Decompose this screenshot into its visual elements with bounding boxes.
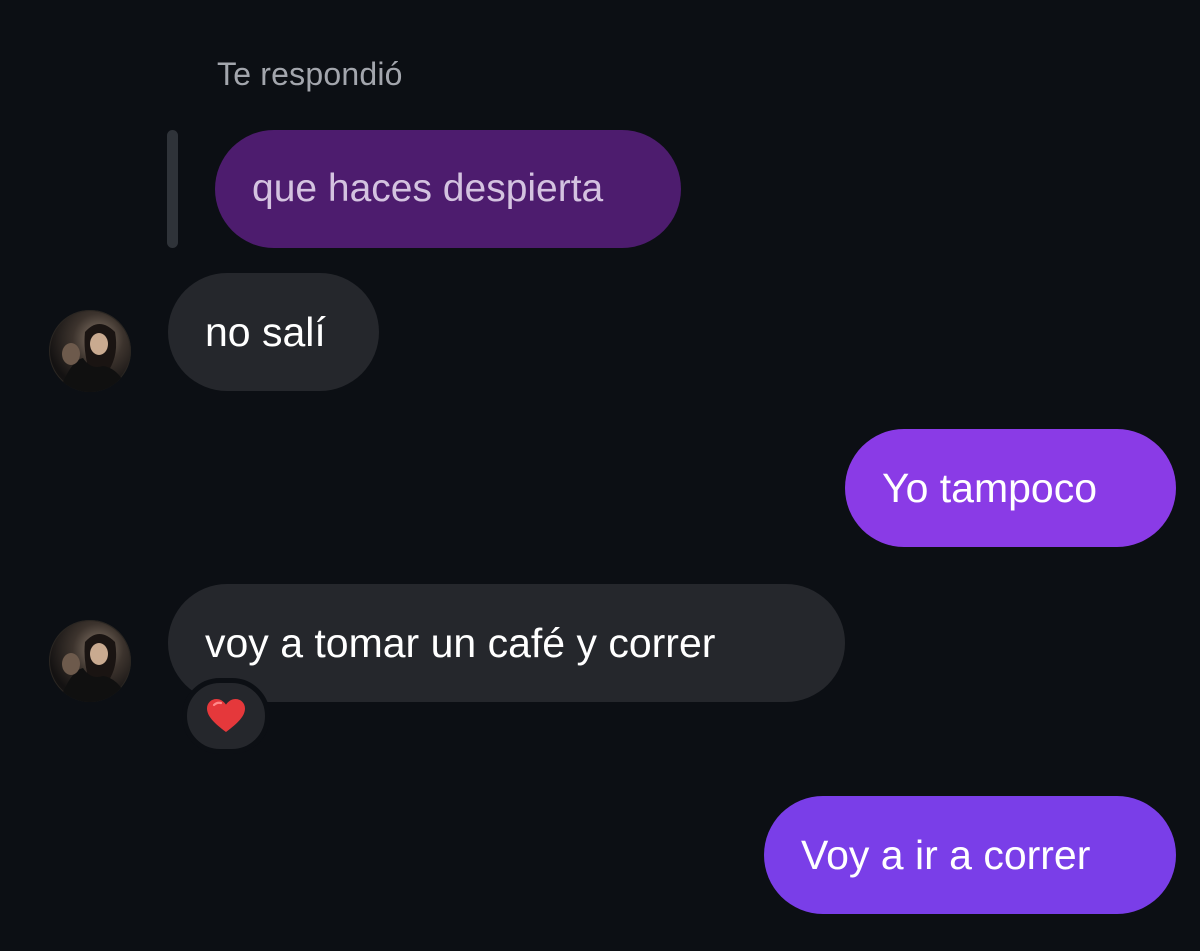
red-heart-icon <box>207 699 245 732</box>
message-bubble-incoming[interactable]: no salí <box>168 273 379 391</box>
chat-thread: Te respondió que haces despierta no salí… <box>0 0 1200 951</box>
quoted-message-bubble[interactable]: que haces despierta <box>215 130 681 248</box>
message-bubble-incoming[interactable]: voy a tomar un café y correr <box>168 584 845 702</box>
message-bubble-outgoing[interactable]: Yo tampoco <box>845 429 1176 547</box>
message-bubble-outgoing[interactable]: Voy a ir a correr <box>764 796 1176 914</box>
message-reaction[interactable] <box>182 678 270 754</box>
contact-avatar[interactable] <box>49 620 131 702</box>
reply-context-label: Te respondió <box>217 56 403 92</box>
reply-quote-bar <box>167 130 178 248</box>
contact-avatar[interactable] <box>49 310 131 392</box>
